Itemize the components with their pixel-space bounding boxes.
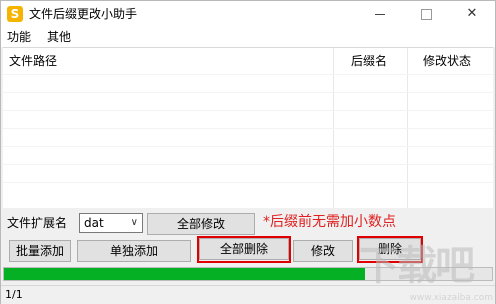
maximize-icon [421, 9, 432, 20]
app-window: S 文件后缀更改小助手 ✕ 功能 其他 文件路径 后缀名 修改状态 文件扩展名 … [0, 0, 496, 304]
column-suffix[interactable]: 后缀名 [351, 48, 387, 74]
title-bar: S 文件后缀更改小助手 ✕ [1, 1, 495, 27]
grid-line [3, 182, 493, 183]
app-icon: S [7, 6, 23, 22]
minimize-icon [375, 14, 385, 15]
file-list[interactable]: 文件路径 后缀名 修改状态 [3, 47, 493, 208]
grid-line [3, 92, 493, 93]
chevron-down-icon: ∨ [130, 217, 138, 228]
grid-line [3, 164, 493, 165]
single-add-button[interactable]: 单独添加 [77, 240, 191, 262]
delete-all-highlight [197, 236, 291, 263]
grid-line [3, 128, 493, 129]
maximize-button[interactable] [403, 1, 449, 27]
extension-label: 文件扩展名 [7, 216, 68, 230]
extension-select[interactable]: dat ∨ [79, 213, 143, 233]
modify-button[interactable]: 修改 [293, 240, 353, 262]
close-button[interactable]: ✕ [449, 1, 495, 27]
watermark-url: www.xiazaiba.com [409, 293, 493, 303]
window-title: 文件后缀更改小助手 [29, 7, 138, 21]
watermark: 下载吧 www.xiazaiba.com [359, 241, 495, 303]
batch-add-button[interactable]: 批量添加 [9, 240, 71, 262]
menu-bar: 功能 其他 [1, 27, 495, 47]
grid-line [3, 146, 493, 147]
minimize-button[interactable] [357, 1, 403, 27]
menu-function[interactable]: 功能 [7, 29, 31, 45]
close-icon: ✕ [466, 6, 478, 21]
grid-line [3, 74, 493, 75]
menu-other[interactable]: 其他 [47, 29, 71, 45]
progress-fill [4, 268, 366, 280]
column-file-path[interactable]: 文件路径 [9, 48, 57, 74]
extension-note: *后缀前无需加小数点 [263, 214, 396, 230]
extension-value: dat [84, 216, 104, 230]
status-count: 1/1 [5, 288, 23, 301]
column-modify-status[interactable]: 修改状态 [423, 48, 471, 74]
watermark-logo: 下载吧 [359, 242, 475, 289]
grid-line [3, 110, 493, 111]
modify-all-button[interactable]: 全部修改 [147, 213, 255, 235]
